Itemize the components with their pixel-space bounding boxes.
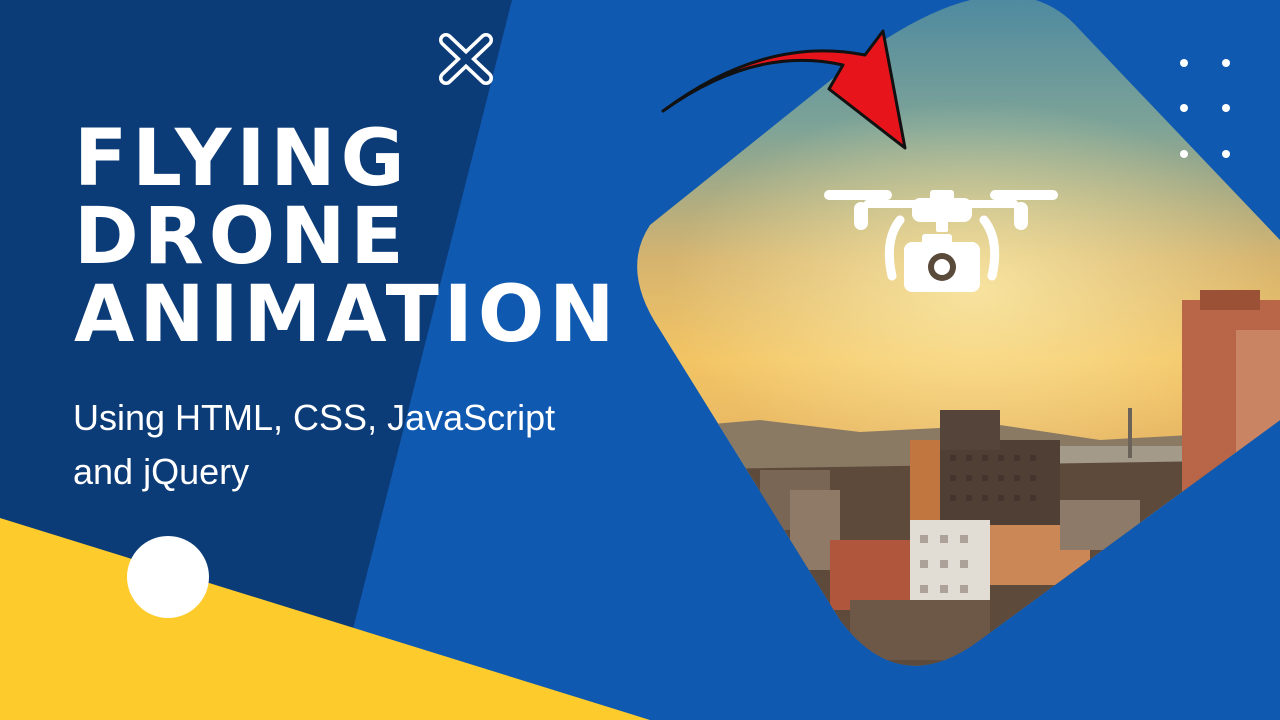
- dot-grid-icon: [1180, 59, 1230, 158]
- curved-arrow-icon: [661, 29, 907, 150]
- subtitle-line-1: Using HTML, CSS, JavaScript: [73, 397, 556, 438]
- title-line-1: FLYING: [74, 114, 410, 204]
- close-cross-icon: [439, 33, 493, 85]
- background-art: [0, 0, 1280, 720]
- video-subtitle: Using HTML, CSS, JavaScript and jQuery: [73, 391, 613, 499]
- video-title: FLYING DRONE ANIMATION: [74, 120, 619, 354]
- decorative-circle: [127, 536, 209, 618]
- title-line-3: ANIMATION: [74, 270, 620, 360]
- title-line-2: DRONE: [74, 192, 409, 282]
- subtitle-line-2: and jQuery: [73, 451, 250, 492]
- thumbnail-canvas: FLYING DRONE ANIMATION Using HTML, CSS, …: [0, 0, 1280, 720]
- camera-drone-icon: [824, 190, 1058, 292]
